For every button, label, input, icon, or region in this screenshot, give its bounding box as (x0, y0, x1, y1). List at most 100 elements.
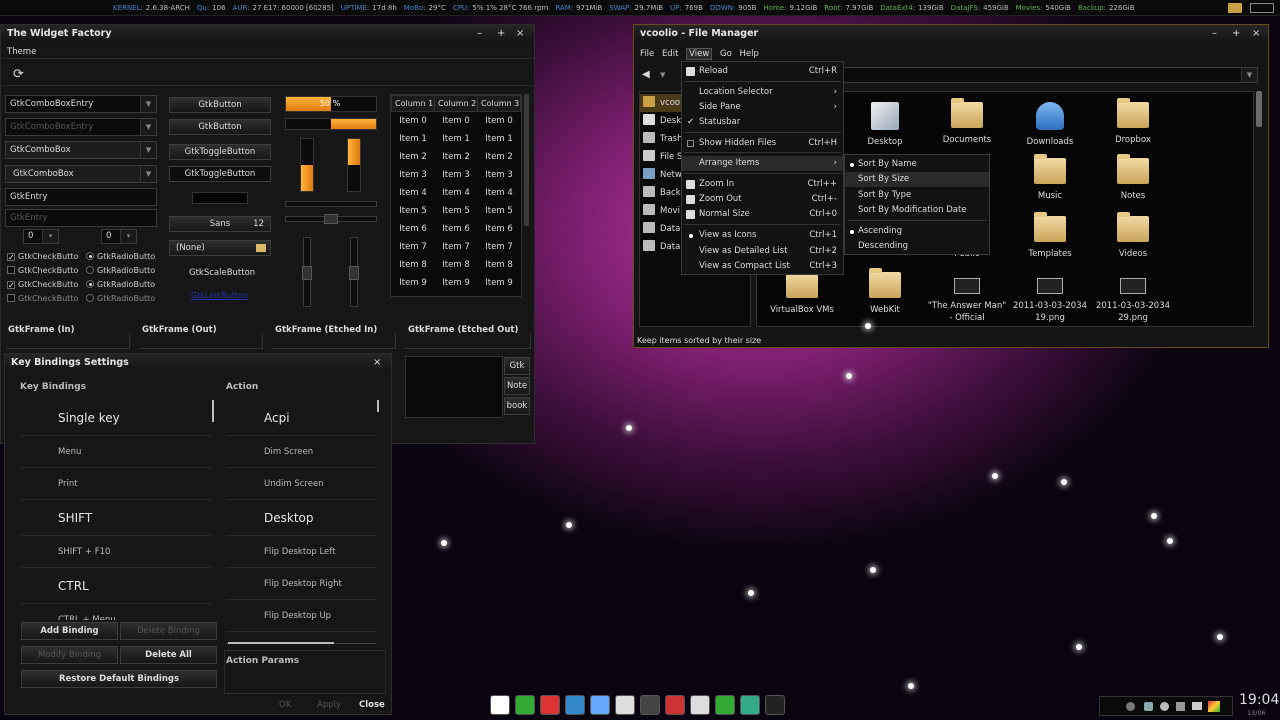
key-list[interactable]: Single key Menu Print SHIFT SHIFT + F10 CTRL C… (20, 400, 216, 620)
restore-defaults-button[interactable]: Restore Default Bindings (21, 670, 217, 688)
network-app-icon[interactable] (740, 695, 760, 715)
list-item[interactable]: Menu (20, 436, 212, 468)
action-list[interactable]: Acpi Dim Screen Undim Screen Desktop Flip De… (226, 400, 376, 644)
menu-edit[interactable]: Edit (662, 49, 678, 59)
notebook-tab-3[interactable]: book (504, 397, 530, 415)
back-icon[interactable]: ◀ (642, 69, 650, 80)
arrange-menu-item[interactable]: Sort By Size (845, 172, 989, 187)
view-menu-item[interactable]: Show Hidden Files Ctrl+H (682, 136, 843, 151)
tree-view[interactable]: Column 1 Column 2 Column 3 Item 0 Item 0I… (390, 94, 522, 297)
arrange-menu-item[interactable]: Sort By Modification Date (845, 203, 989, 218)
table-row[interactable]: Item 1 Item 1 Item 1 (392, 130, 521, 148)
list-item[interactable]: Print (20, 468, 212, 500)
widget-factory-titlebar[interactable]: The Widget Factory – + × (1, 25, 534, 43)
file-item[interactable]: Desktop (845, 102, 925, 148)
column-header-2[interactable]: Column 2 (434, 95, 478, 112)
list-item[interactable]: Desktop (226, 500, 376, 536)
combo-box[interactable]: GtkComboBox ▼ (5, 141, 157, 159)
bird-icon[interactable] (640, 695, 660, 715)
radio-button-2[interactable]: GtkRadioButto (86, 266, 158, 275)
file-item[interactable]: Downloads (1010, 102, 1090, 148)
minimize-button[interactable]: – (477, 25, 482, 43)
table-row[interactable]: Item 3 Item 3 Item 3 (392, 166, 521, 184)
console-icon[interactable] (765, 695, 785, 715)
radio-button-1[interactable]: GtkRadioButto (86, 252, 158, 261)
view-menu-item[interactable]: Zoom In Ctrl++ (682, 177, 843, 192)
view-menu-item[interactable]: View as Detailed List Ctrl+2 (682, 244, 843, 259)
vertical-scale-1[interactable] (302, 237, 312, 307)
side-pane-item[interactable]: Netw (640, 166, 686, 184)
gtk-toggle-button[interactable]: GtkToggleButton (169, 144, 271, 160)
list-item[interactable]: Flip Desktop Up (226, 600, 376, 632)
file-item[interactable]: Templates (1010, 212, 1090, 260)
minimize-button[interactable]: – (1212, 25, 1217, 43)
menu-go[interactable]: Go (720, 49, 732, 59)
spin-button-2[interactable]: 0 ▾ (101, 229, 137, 244)
view-menu-item[interactable]: Location Selector › (682, 85, 843, 100)
arrange-menu-item[interactable]: Sort By Name (845, 157, 989, 172)
list-item[interactable]: CTRL (20, 568, 212, 604)
notebook-tab-1[interactable]: Gtk (504, 357, 530, 375)
list-item[interactable]: SHIFT + F10 (20, 536, 212, 568)
gtk-button[interactable]: GtkButton (169, 97, 271, 113)
panel-icon[interactable] (1228, 3, 1242, 13)
close-button[interactable]: × (373, 354, 381, 372)
column-header-1[interactable]: Column 1 (391, 95, 435, 112)
list-item[interactable]: Undim Screen (226, 468, 376, 500)
close-dialog-button[interactable]: Close (359, 700, 385, 710)
radio-button-4[interactable]: GtkRadioButto (86, 294, 158, 303)
paint-icon[interactable] (1208, 701, 1220, 712)
horizontal-scale-1[interactable] (285, 201, 377, 207)
chevron-down-icon[interactable]: ▼ (140, 166, 156, 182)
list-item[interactable]: Acpi (226, 400, 376, 436)
table-row[interactable]: Item 8 Item 8 Item 8 (392, 256, 521, 274)
arrange-menu-item[interactable]: Descending (845, 239, 989, 254)
home-icon[interactable] (690, 695, 710, 715)
scale-button-label[interactable]: GtkScaleButton (189, 268, 255, 278)
view-menu-item[interactable]: Statusbar ✓ (682, 115, 843, 130)
chevron-down-icon[interactable]: ▼ (1241, 68, 1257, 82)
link-button[interactable]: GtkLinkButton (191, 291, 248, 300)
mixer-icon[interactable] (1176, 702, 1185, 711)
table-row[interactable]: Item 5 Item 5 Item 5 (392, 202, 521, 220)
view-menu-item[interactable]: Normal Size Ctrl+0 (682, 207, 843, 222)
action-list-scrollbar[interactable] (377, 400, 379, 412)
close-button[interactable]: × (516, 25, 524, 43)
check-button-3[interactable]: ✓ GtkCheckButto (7, 280, 83, 289)
tray-icon[interactable] (1126, 702, 1135, 711)
combo-box-entry[interactable]: GtkComboBoxEntry ▼ (5, 95, 157, 113)
menu-help[interactable]: Help (739, 49, 758, 59)
side-pane-item[interactable]: Desk (640, 112, 686, 130)
modify-binding-button[interactable]: Modify Binding (21, 646, 118, 664)
view-menu-item[interactable]: Reload Ctrl+R (682, 64, 843, 79)
view-menu-item[interactable]: View as Compact List Ctrl+3 (682, 259, 843, 274)
column-header-3[interactable]: Column 3 (477, 95, 521, 112)
spin-arrows-icon[interactable]: ▾ (120, 230, 136, 243)
clock-time[interactable]: 19:04 (1239, 692, 1279, 708)
list-item[interactable]: CTRL + Menu (20, 604, 212, 620)
user-icon[interactable] (1160, 702, 1169, 711)
font-button[interactable]: Sans 12 (169, 216, 271, 232)
key-list-scrollbar[interactable] (212, 400, 214, 422)
side-pane-item[interactable]: Data (640, 238, 686, 256)
action-hscroll[interactable] (228, 642, 334, 644)
horizontal-scale-2[interactable] (285, 214, 377, 224)
view-menu-item[interactable]: Side Pane › (682, 100, 843, 115)
refresh-icon[interactable]: ⟳ (13, 67, 24, 82)
list-item[interactable]: Single key (20, 400, 212, 436)
view-menu-item[interactable]: Arrange Items › (682, 156, 843, 171)
network-icon[interactable] (1144, 702, 1153, 711)
window-icon[interactable] (1250, 3, 1274, 13)
xchat-icon[interactable] (540, 695, 560, 715)
vertical-scale-2[interactable] (349, 237, 359, 307)
menu-theme[interactable]: Theme (7, 47, 36, 57)
editor-icon[interactable] (665, 695, 685, 715)
spin-arrows-icon[interactable]: ▾ (42, 230, 58, 243)
table-row[interactable]: Item 7 Item 7 Item 7 (392, 238, 521, 256)
terminal-app-icon[interactable] (490, 695, 510, 715)
check-button-2[interactable]: GtkCheckButto (7, 266, 83, 275)
key-bindings-titlebar[interactable]: Key Bindings Settings × (5, 354, 391, 372)
apply-button[interactable]: Apply (317, 700, 341, 710)
tree-scrollbar[interactable] (524, 94, 529, 226)
spin-button-1[interactable]: 0 ▾ (23, 229, 59, 244)
